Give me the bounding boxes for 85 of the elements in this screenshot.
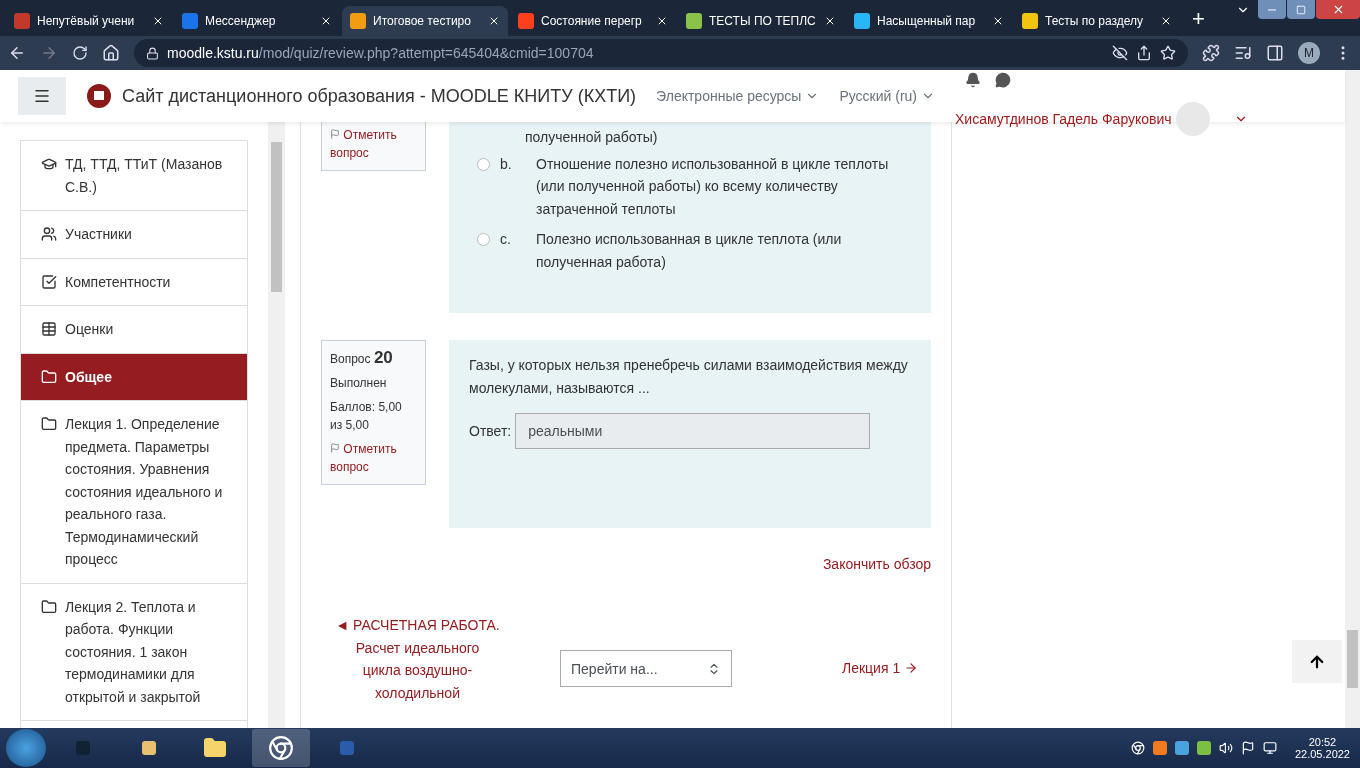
- arrow-right-icon: [904, 661, 919, 675]
- clock[interactable]: 20:52 22.05.2022: [1294, 736, 1350, 760]
- chat-icon[interactable]: [995, 72, 1011, 88]
- address-bar[interactable]: moodle.kstu.ru/mod/quiz/review.php?attempt=645404&cmid=100704: [134, 39, 1188, 67]
- user-name[interactable]: Хисамутдинов Гадель Фарукович: [955, 111, 1172, 127]
- volume-icon[interactable]: [1218, 741, 1233, 755]
- browser-tab[interactable]: Мессенджер: [174, 6, 340, 36]
- checkbox-icon: [41, 273, 57, 290]
- nav-menu[interactable]: Русский (ru): [839, 88, 935, 104]
- question-text: Газы, у которых нельзя пренебречь силами взаимодействия между молекулами, называются ...: [469, 356, 909, 398]
- flag-icon: [330, 443, 340, 453]
- option-text: полученной работы): [525, 128, 659, 147]
- chrome-icon[interactable]: [1130, 741, 1145, 755]
- browser-tab[interactable]: ТЕСТЫ ПО ТЕПЛС: [678, 6, 844, 36]
- close-icon[interactable]: [152, 15, 164, 27]
- close-icon[interactable]: [320, 15, 332, 27]
- browser-tab[interactable]: Непутёвый учени: [6, 6, 172, 36]
- flag-link[interactable]: Отметить вопрос: [330, 126, 417, 162]
- page-scrollbar[interactable]: [1345, 70, 1360, 728]
- reload-icon[interactable]: [72, 45, 88, 61]
- site-name[interactable]: Сайт дистанционного образования - MOODLE КНИТУ (КХТИ): [122, 85, 637, 107]
- sidebar-item[interactable]: Общее: [21, 353, 247, 401]
- radio-button[interactable]: [477, 157, 490, 171]
- question-state: Выполнен: [330, 375, 388, 392]
- option-letter: c.: [500, 230, 512, 249]
- back-to-top-button[interactable]: [1292, 640, 1342, 683]
- browser-tab[interactable]: Тесты по разделу: [1014, 6, 1180, 36]
- finish-review-link[interactable]: Закончить обзор: [822, 556, 931, 572]
- close-icon[interactable]: [824, 15, 836, 27]
- scrollbar[interactable]: [268, 122, 285, 728]
- option-letter: b.: [500, 154, 513, 174]
- bell-icon[interactable]: [965, 72, 981, 88]
- new-tab-button[interactable]: +: [1182, 6, 1215, 36]
- maximize-icon: [1296, 4, 1306, 15]
- menu-icon: [33, 87, 51, 105]
- close-icon[interactable]: [656, 15, 668, 27]
- profile-button[interactable]: M: [1298, 42, 1320, 64]
- previous-activity-link[interactable]: ◄ РАСЧЕТНАЯ РАБОТА. Расчет идеального цикла воздушно-холодильной: [335, 614, 500, 704]
- close-icon[interactable]: [1160, 15, 1172, 27]
- graduation-cap-icon: [41, 156, 57, 172]
- answer-label: Ответ:: [469, 421, 512, 441]
- start-button[interactable]: [6, 729, 46, 767]
- folder-icon: [41, 416, 57, 432]
- lock-icon: [146, 46, 159, 60]
- folder-icon: [41, 368, 57, 385]
- menu-button[interactable]: [18, 77, 66, 115]
- tray-icon[interactable]: [1196, 741, 1211, 755]
- network-icon[interactable]: [1262, 741, 1277, 755]
- radio-button[interactable]: [477, 233, 490, 246]
- answer-field[interactable]: реальными: [515, 413, 871, 449]
- question-grade: Баллов: 5,00 из 5,00: [330, 399, 403, 434]
- extensions-icon[interactable]: [1202, 44, 1220, 62]
- flag-link[interactable]: Отметить вопрос: [330, 440, 417, 476]
- star-icon[interactable]: [1160, 45, 1176, 61]
- table-icon: [41, 321, 57, 337]
- flag-icon[interactable]: [1240, 741, 1255, 755]
- browser-tab[interactable]: Состояние перегр: [510, 6, 676, 36]
- close-icon[interactable]: [488, 15, 500, 27]
- close-icon[interactable]: [992, 15, 1004, 27]
- flag-icon: [330, 129, 340, 139]
- url-text: moodle.kstu.ru/mod/quiz/review.php?attempt=645404&cmid=100704: [167, 45, 594, 61]
- tray-icon[interactable]: [1174, 741, 1189, 755]
- folder-icon: [203, 736, 227, 760]
- tray-icon[interactable]: [1152, 741, 1167, 755]
- jump-select[interactable]: Перейти на...: [560, 650, 732, 687]
- next-activity-link[interactable]: Лекция 1: [842, 660, 919, 676]
- browser-tab[interactable]: Итоговое тестиро: [342, 6, 508, 36]
- question-number: Вопрос 20: [330, 349, 394, 368]
- forward-icon[interactable]: [40, 44, 58, 62]
- media-icon[interactable]: [1234, 44, 1252, 62]
- browser-tab[interactable]: Насыщенный пар: [846, 6, 1012, 36]
- option-text: Полезно использованная в цикле теплота (или полученная работа): [536, 230, 843, 272]
- folder-icon: [41, 598, 57, 615]
- logo-icon: [86, 83, 112, 109]
- chrome-icon: [268, 735, 294, 761]
- home-icon[interactable]: [102, 44, 120, 62]
- eye-off-icon[interactable]: [1112, 45, 1128, 61]
- nav-menu[interactable]: Электронные ресурсы: [656, 88, 820, 104]
- app-icon: [76, 741, 90, 755]
- side-panel-icon[interactable]: [1266, 44, 1284, 62]
- option-text: Отношение полезно использованной в цикле теплоты (или полученной работы) ко всему количеству затраченной теплоты: [536, 154, 890, 219]
- taskbar-app[interactable]: [252, 729, 310, 767]
- users-icon: [41, 226, 57, 242]
- share-icon[interactable]: [1136, 45, 1152, 61]
- back-icon[interactable]: [8, 44, 26, 62]
